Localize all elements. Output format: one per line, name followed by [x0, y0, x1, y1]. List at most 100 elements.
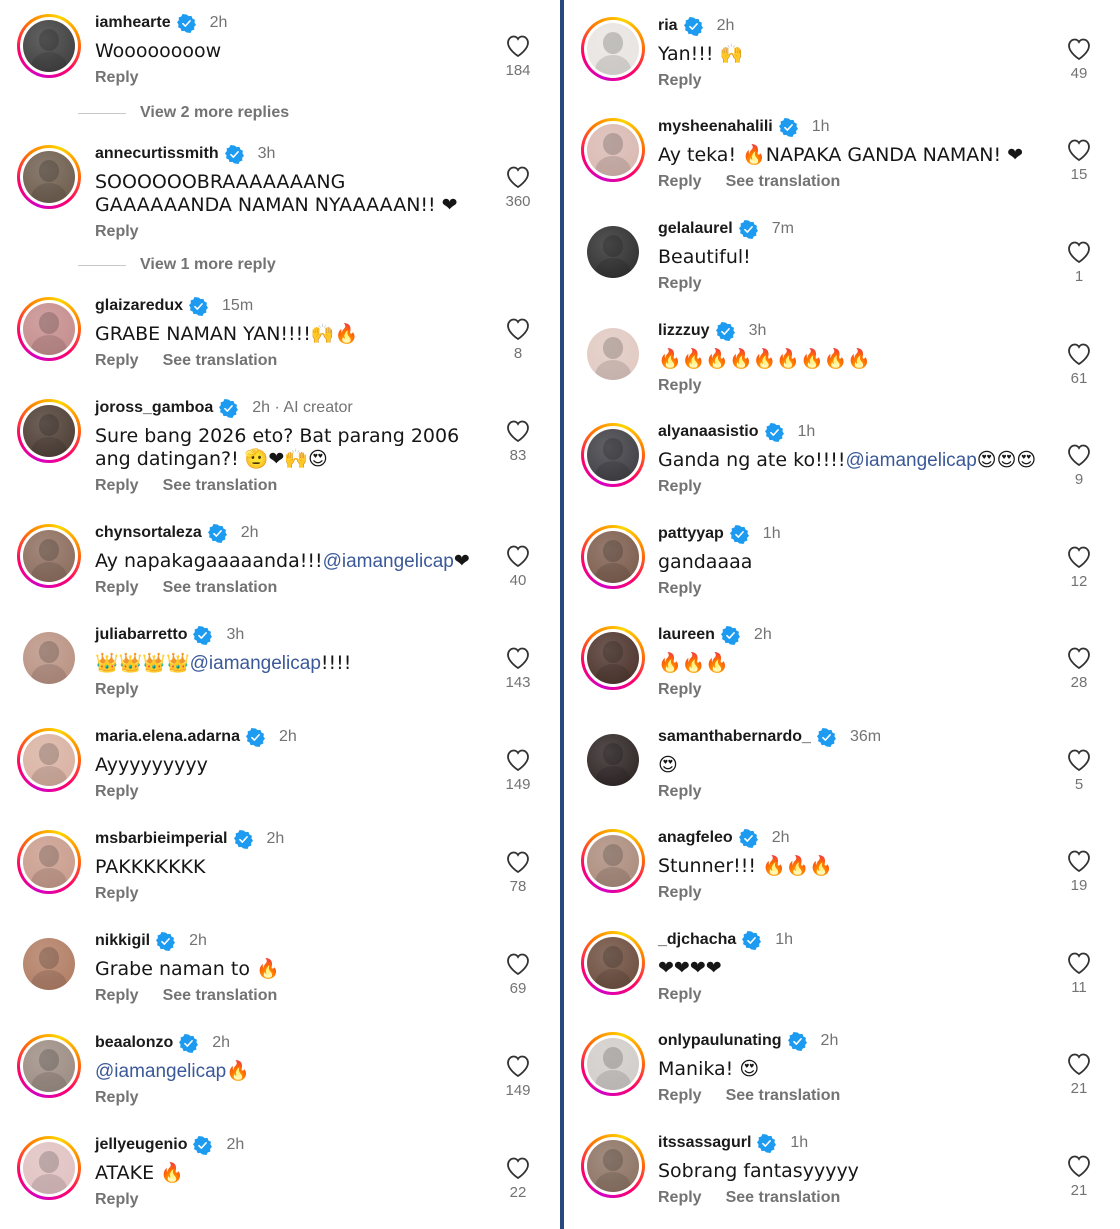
heart-icon[interactable] [1066, 1052, 1092, 1076]
see-translation-button[interactable]: See translation [163, 987, 278, 1005]
avatar[interactable] [581, 322, 645, 386]
heart-icon[interactable] [1066, 545, 1092, 569]
like-control[interactable]: 9 [1059, 443, 1099, 488]
reply-button[interactable]: Reply [95, 1089, 139, 1107]
reply-button[interactable]: Reply [658, 478, 702, 496]
like-control[interactable]: 22 [498, 1156, 538, 1201]
like-control[interactable]: 15 [1059, 138, 1099, 183]
view-more-replies-button[interactable]: View 1 more reply [78, 254, 276, 276]
reply-button[interactable]: Reply [658, 1087, 702, 1105]
avatar[interactable] [17, 1034, 81, 1098]
see-translation-button[interactable]: See translation [726, 1087, 841, 1105]
username-link[interactable]: juliabarretto [95, 626, 187, 644]
username-link[interactable]: gelalaurel [658, 220, 733, 238]
like-control[interactable]: 149 [498, 748, 538, 793]
heart-icon[interactable] [505, 1054, 531, 1078]
like-control[interactable]: 11 [1059, 951, 1099, 996]
username-link[interactable]: alyanaasistio [658, 423, 759, 441]
username-link[interactable]: pattyyap [658, 525, 724, 543]
heart-icon[interactable] [1066, 37, 1092, 61]
like-control[interactable]: 21 [1059, 1154, 1099, 1199]
reply-button[interactable]: Reply [658, 1189, 702, 1207]
avatar[interactable] [17, 830, 81, 894]
heart-icon[interactable] [1066, 443, 1092, 467]
heart-icon[interactable] [505, 165, 531, 189]
like-control[interactable]: 8 [498, 317, 538, 362]
username-link[interactable]: ria [658, 17, 678, 35]
like-control[interactable]: 49 [1059, 37, 1099, 82]
avatar[interactable] [17, 14, 81, 78]
avatar[interactable] [17, 297, 81, 361]
reply-button[interactable]: Reply [658, 986, 702, 1004]
like-control[interactable]: 69 [498, 952, 538, 997]
username-link[interactable]: itssassagurl [658, 1134, 751, 1152]
see-translation-button[interactable]: See translation [163, 579, 278, 597]
mention-link[interactable]: @iamangelicap [95, 1061, 226, 1082]
heart-icon[interactable] [1066, 646, 1092, 670]
username-link[interactable]: annecurtissmith [95, 145, 219, 163]
mention-link[interactable]: @iamangelicap [190, 653, 321, 674]
like-control[interactable]: 61 [1059, 342, 1099, 387]
heart-icon[interactable] [1066, 849, 1092, 873]
like-control[interactable]: 83 [498, 419, 538, 464]
heart-icon[interactable] [505, 34, 531, 58]
avatar[interactable] [581, 220, 645, 284]
heart-icon[interactable] [1066, 748, 1092, 772]
avatar[interactable] [17, 932, 81, 996]
reply-button[interactable]: Reply [658, 580, 702, 598]
reply-button[interactable]: Reply [95, 885, 139, 903]
username-link[interactable]: glaizaredux [95, 297, 183, 315]
heart-icon[interactable] [505, 850, 531, 874]
heart-icon[interactable] [505, 952, 531, 976]
reply-button[interactable]: Reply [95, 681, 139, 699]
username-link[interactable]: msbarbieimperial [95, 830, 228, 848]
username-link[interactable]: nikkigil [95, 932, 150, 950]
reply-button[interactable]: Reply [658, 884, 702, 902]
heart-icon[interactable] [505, 317, 531, 341]
avatar[interactable] [581, 931, 645, 995]
avatar[interactable] [581, 626, 645, 690]
username-link[interactable]: laureen [658, 626, 715, 644]
reply-button[interactable]: Reply [95, 1191, 139, 1209]
heart-icon[interactable] [505, 419, 531, 443]
username-link[interactable]: onlypaulunating [658, 1032, 782, 1050]
see-translation-button[interactable]: See translation [163, 477, 278, 495]
see-translation-button[interactable]: See translation [163, 352, 278, 370]
username-link[interactable]: samanthabernardo_ [658, 728, 811, 746]
reply-button[interactable]: Reply [95, 579, 139, 597]
like-control[interactable]: 5 [1059, 748, 1099, 793]
username-link[interactable]: chynsortaleza [95, 524, 202, 542]
avatar[interactable] [581, 829, 645, 893]
heart-icon[interactable] [1066, 342, 1092, 366]
username-link[interactable]: _djchacha [658, 931, 736, 949]
username-link[interactable]: anagfeleo [658, 829, 733, 847]
view-more-replies-button[interactable]: View 2 more replies [78, 102, 289, 124]
reply-button[interactable]: Reply [95, 477, 139, 495]
view-more-replies-label[interactable]: View 1 more reply [140, 256, 276, 274]
avatar[interactable] [17, 626, 81, 690]
username-link[interactable]: beaalonzo [95, 1034, 173, 1052]
see-translation-button[interactable]: See translation [726, 173, 841, 191]
avatar[interactable] [17, 728, 81, 792]
like-control[interactable]: 1 [1059, 240, 1099, 285]
username-link[interactable]: maria.elena.adarna [95, 728, 240, 746]
avatar[interactable] [17, 524, 81, 588]
avatar[interactable] [581, 423, 645, 487]
reply-button[interactable]: Reply [658, 275, 702, 293]
like-control[interactable]: 28 [1059, 646, 1099, 691]
reply-button[interactable]: Reply [95, 352, 139, 370]
avatar[interactable] [581, 1134, 645, 1198]
avatar[interactable] [581, 728, 645, 792]
username-link[interactable]: joross_gamboa [95, 399, 213, 417]
like-control[interactable]: 143 [498, 646, 538, 691]
avatar[interactable] [17, 1136, 81, 1200]
reply-button[interactable]: Reply [658, 72, 702, 90]
like-control[interactable]: 360 [498, 165, 538, 210]
username-link[interactable]: iamhearte [95, 14, 171, 32]
like-control[interactable]: 19 [1059, 849, 1099, 894]
view-more-replies-label[interactable]: View 2 more replies [140, 104, 289, 122]
reply-button[interactable]: Reply [658, 173, 702, 191]
reply-button[interactable]: Reply [95, 783, 139, 801]
heart-icon[interactable] [1066, 1154, 1092, 1178]
heart-icon[interactable] [1066, 138, 1092, 162]
